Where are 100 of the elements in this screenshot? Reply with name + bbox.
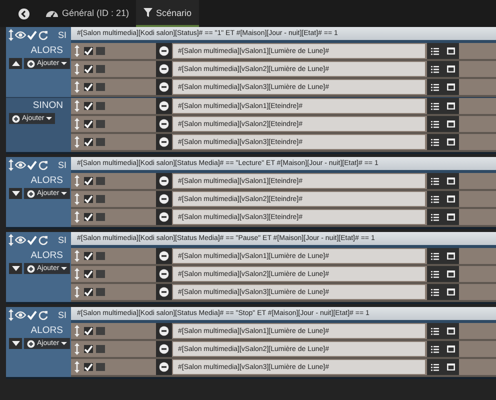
checkbox[interactable] [96, 327, 105, 335]
collapse-button[interactable] [9, 338, 22, 349]
checkbox[interactable] [96, 252, 105, 260]
condition-keyword: SI [58, 160, 67, 170]
checkbox[interactable] [96, 345, 105, 353]
drag-icon[interactable] [8, 308, 14, 320]
tab[interactable]: Général (ID : 21) [38, 0, 136, 27]
remove-icon [159, 137, 169, 147]
checkbox[interactable] [84, 252, 93, 260]
list-icon[interactable] [430, 101, 440, 111]
remove-icon [159, 344, 169, 354]
tab[interactable]: Scénario [136, 0, 199, 27]
checkbox[interactable] [84, 83, 93, 91]
list-icon[interactable] [430, 251, 440, 261]
checkbox[interactable] [84, 195, 93, 203]
remove-icon [159, 176, 169, 186]
collapse-button[interactable] [9, 188, 22, 199]
list-icon[interactable] [430, 137, 440, 147]
section-label: ALORS [30, 175, 63, 186]
checkbox[interactable] [84, 345, 93, 353]
checkbox[interactable] [96, 177, 105, 185]
remove-button[interactable] [156, 116, 172, 132]
refresh-icon[interactable] [38, 160, 48, 170]
list-icon[interactable] [430, 269, 440, 279]
checkbox[interactable] [96, 65, 105, 73]
checkbox[interactable] [84, 120, 93, 128]
remove-button[interactable] [156, 43, 172, 59]
list-icon[interactable] [430, 64, 440, 74]
collapse-button[interactable] [9, 58, 22, 69]
remove-button[interactable] [156, 341, 172, 357]
checkbox[interactable] [96, 120, 105, 128]
check-icon[interactable] [27, 160, 37, 170]
back-icon[interactable] [18, 8, 30, 20]
list-icon[interactable] [430, 362, 440, 372]
checkbox[interactable] [96, 270, 105, 278]
check-icon[interactable] [27, 310, 37, 320]
refresh-icon[interactable] [38, 310, 48, 320]
remove-button[interactable] [156, 191, 172, 207]
remove-icon [159, 194, 169, 204]
remove-button[interactable] [156, 323, 172, 339]
list-icon[interactable] [430, 119, 440, 129]
checkbox[interactable] [84, 270, 93, 278]
condition-keyword: SI [58, 30, 67, 40]
add-icon [27, 190, 35, 198]
checkbox[interactable] [84, 177, 93, 185]
remove-button[interactable] [156, 284, 172, 300]
drag-icon[interactable] [8, 28, 14, 40]
remove-button[interactable] [156, 248, 172, 264]
refresh-icon[interactable] [38, 234, 48, 244]
list-icon[interactable] [430, 326, 440, 336]
remove-button[interactable] [156, 209, 172, 225]
check-icon[interactable] [27, 30, 37, 40]
checkbox[interactable] [84, 102, 93, 110]
list-icon[interactable] [430, 176, 440, 186]
remove-button[interactable] [156, 266, 172, 282]
checkbox[interactable] [84, 288, 93, 296]
checkbox[interactable] [84, 213, 93, 221]
section-label: ALORS [30, 45, 63, 56]
eye-icon[interactable] [15, 160, 26, 170]
checkbox[interactable] [84, 47, 93, 55]
eye-icon[interactable] [15, 30, 26, 40]
checkbox[interactable] [96, 102, 105, 110]
check-icon[interactable] [27, 234, 37, 244]
drag-icon[interactable] [8, 158, 14, 170]
checkbox[interactable] [96, 363, 105, 371]
remove-button[interactable] [156, 98, 172, 114]
collapse-button[interactable] [9, 263, 22, 274]
checkbox[interactable] [96, 83, 105, 91]
remove-icon [159, 362, 169, 372]
drag-icon[interactable] [8, 234, 14, 246]
add-icon [27, 340, 35, 348]
checkbox[interactable] [84, 327, 93, 335]
add-icon [12, 114, 20, 122]
list-icon[interactable] [430, 82, 440, 92]
remove-icon [159, 119, 169, 129]
eye-icon[interactable] [15, 234, 26, 244]
checkbox[interactable] [84, 363, 93, 371]
checkbox[interactable] [96, 195, 105, 203]
remove-button[interactable] [156, 359, 172, 375]
condition-keyword: SI [58, 310, 67, 320]
list-icon[interactable] [430, 46, 440, 56]
list-icon[interactable] [430, 344, 440, 354]
add-icon [27, 60, 35, 68]
remove-icon [159, 46, 169, 56]
checkbox[interactable] [96, 288, 105, 296]
section-label: ALORS [30, 325, 63, 336]
checkbox[interactable] [96, 138, 105, 146]
remove-button[interactable] [156, 134, 172, 150]
refresh-icon[interactable] [38, 30, 48, 40]
checkbox[interactable] [96, 213, 105, 221]
remove-button[interactable] [156, 61, 172, 77]
eye-icon[interactable] [15, 310, 26, 320]
checkbox[interactable] [84, 65, 93, 73]
checkbox[interactable] [84, 138, 93, 146]
list-icon[interactable] [430, 287, 440, 297]
list-icon[interactable] [430, 212, 440, 222]
remove-button[interactable] [156, 173, 172, 189]
list-icon[interactable] [430, 194, 440, 204]
remove-button[interactable] [156, 79, 172, 95]
checkbox[interactable] [96, 47, 105, 55]
